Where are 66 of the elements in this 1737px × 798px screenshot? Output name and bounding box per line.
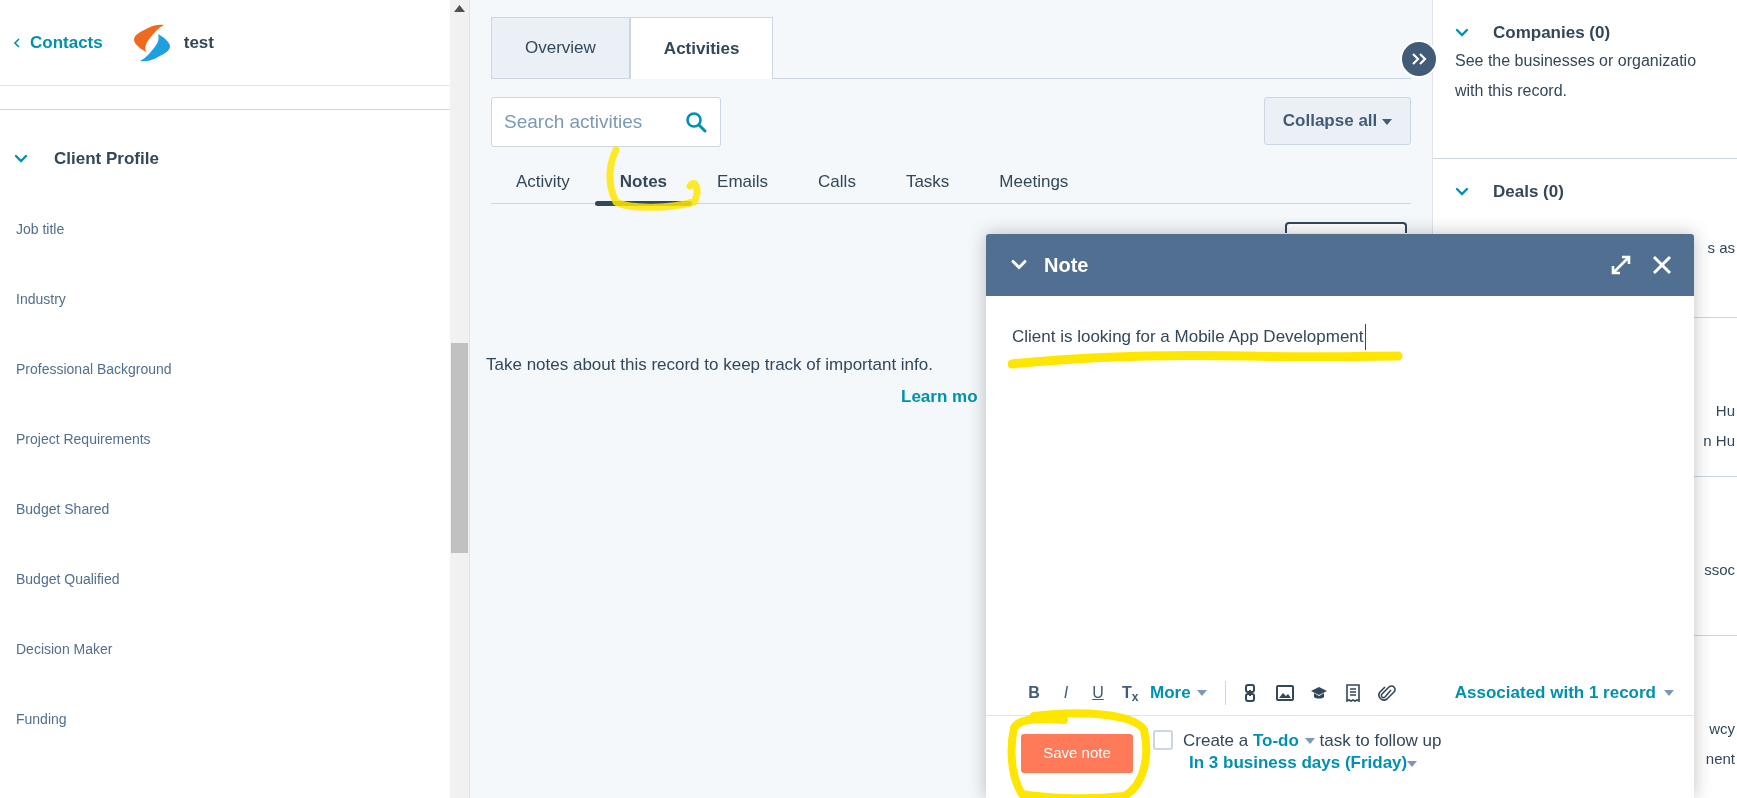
search-icon	[685, 111, 707, 133]
field-label: Budget Shared	[15, 501, 111, 519]
scrollbar-thumb[interactable]	[451, 343, 468, 553]
learn-more-link[interactable]: Learn mo	[901, 383, 978, 409]
follow-up-text: Create a	[1183, 731, 1249, 750]
field-label: Decision Maker	[15, 641, 114, 659]
caret-icon	[1304, 738, 1315, 744]
section-text: See the businesses or organizatio	[1455, 50, 1698, 71]
scrollbar[interactable]	[450, 0, 470, 798]
collapse-chevron-icon[interactable]	[1010, 259, 1028, 271]
format-button[interactable]: U	[1082, 681, 1114, 705]
image-icon[interactable]	[1275, 684, 1294, 702]
format-button[interactable]: B	[1018, 681, 1050, 705]
activity-tab[interactable]: Emails	[692, 161, 794, 203]
section-text: n Hu	[1702, 431, 1736, 451]
note-title: Note	[1044, 253, 1089, 278]
back-link[interactable]: Contacts	[14, 29, 103, 56]
scroll-up-icon[interactable]	[454, 5, 465, 12]
note-text-field[interactable]: Client is looking for a Mobile App Development	[1012, 324, 1366, 350]
format-button[interactable]: I	[1050, 681, 1082, 705]
task-type-dropdown[interactable]: To-do	[1252, 730, 1315, 752]
double-chevron-icon	[1411, 53, 1427, 65]
back-chevron-icon	[14, 37, 20, 48]
empty-state-text: Take notes about this record to keep track of important info.	[486, 354, 933, 376]
section-title: Deals (0)	[1493, 181, 1564, 203]
activity-tab[interactable]: Tasks	[880, 161, 975, 203]
section-text: ssoc	[1703, 560, 1736, 580]
more-button[interactable]: More	[1146, 680, 1217, 706]
section-text: wcy	[1708, 719, 1736, 739]
chevron-icon[interactable]	[14, 153, 28, 164]
section-text: s as	[1706, 237, 1736, 258]
record-name: test	[183, 31, 214, 54]
field-label: Funding	[15, 711, 68, 729]
expand-icon[interactable]	[1610, 254, 1632, 276]
collapse-all-button[interactable]: Collapse all	[1263, 97, 1411, 145]
field-label: Industry	[15, 291, 67, 309]
section-title: Client Profile	[54, 148, 159, 170]
associations-link[interactable]: Associated with 1 record	[1454, 680, 1674, 706]
section-text: with this record.	[1455, 80, 1569, 101]
caret-icon	[1664, 690, 1674, 696]
tab[interactable]: Activities	[629, 17, 774, 79]
section-text: Hu	[1714, 401, 1736, 421]
caret-icon	[1196, 690, 1207, 696]
chevron-icon[interactable]	[1455, 27, 1469, 38]
activity-tab[interactable]: Calls	[793, 161, 881, 203]
format-button[interactable]: T$_{x}$	[1114, 681, 1146, 705]
chevron-icon[interactable]	[1455, 186, 1469, 197]
paperclip-icon[interactable]	[1377, 684, 1396, 702]
follow-up-checkbox[interactable]	[1153, 730, 1173, 750]
section-title: Companies (0)	[1493, 22, 1611, 44]
document-icon[interactable]	[1343, 684, 1362, 702]
field-label: Project Requirements	[15, 431, 152, 449]
search-field[interactable]: Search activities	[491, 97, 721, 147]
close-icon[interactable]	[1652, 255, 1672, 275]
tab[interactable]: Overview	[491, 17, 630, 78]
field-label: Budget Qualified	[15, 571, 121, 589]
caret-icon	[1407, 760, 1418, 767]
caret-icon	[1382, 118, 1392, 125]
follow-up-text: task to follow up	[1319, 731, 1442, 750]
field-label: Job title	[15, 221, 66, 239]
due-date-dropdown[interactable]: In 3 business days (Friday)	[1189, 752, 1418, 774]
section-text: nent	[1704, 749, 1736, 769]
activity-tab[interactable]: Meetings	[974, 161, 1094, 203]
activity-tab[interactable]: Notes	[594, 161, 693, 203]
activity-tab[interactable]: Activity	[491, 161, 595, 203]
field-label: Professional Background	[15, 361, 173, 379]
